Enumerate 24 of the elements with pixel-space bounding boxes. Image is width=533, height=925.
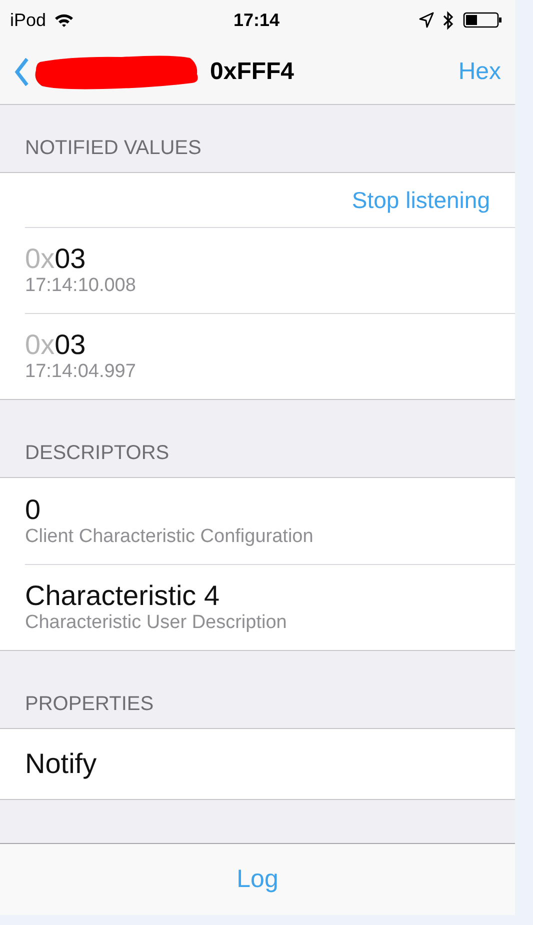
property-label: Notify — [25, 748, 98, 780]
timestamp: 17:14:04.997 — [25, 361, 137, 383]
carrier-label: iPod — [10, 10, 46, 30]
descriptor-value: 0 — [25, 494, 42, 526]
descriptor-name: Client Characteristic Configuration — [25, 526, 314, 548]
wifi-icon — [54, 12, 74, 28]
descriptor-name: Characteristic User Description — [25, 612, 288, 634]
stop-listening-button[interactable]: Stop listening — [352, 186, 490, 214]
notified-value: 0x03 — [25, 329, 87, 361]
battery-icon — [463, 12, 504, 28]
hex-button[interactable]: Hex — [458, 58, 501, 86]
notified-value: 0x03 — [25, 243, 87, 275]
location-arrow-icon — [419, 12, 434, 28]
log-button[interactable]: Log — [236, 865, 278, 894]
section-header: PROPERTIES — [25, 693, 154, 716]
clock-time: 17:14 — [233, 10, 280, 30]
back-chevron-icon — [14, 57, 30, 87]
bluetooth-icon — [443, 10, 454, 30]
nav-title: 0xFFF4 — [210, 58, 296, 86]
back-button[interactable] — [14, 57, 30, 87]
section-header: DESCRIPTORS — [25, 442, 170, 465]
timestamp: 17:14:10.008 — [25, 275, 137, 297]
descriptor-value: Characteristic 4 — [25, 580, 221, 612]
section-header: NOTIFIED VALUES — [25, 137, 202, 160]
